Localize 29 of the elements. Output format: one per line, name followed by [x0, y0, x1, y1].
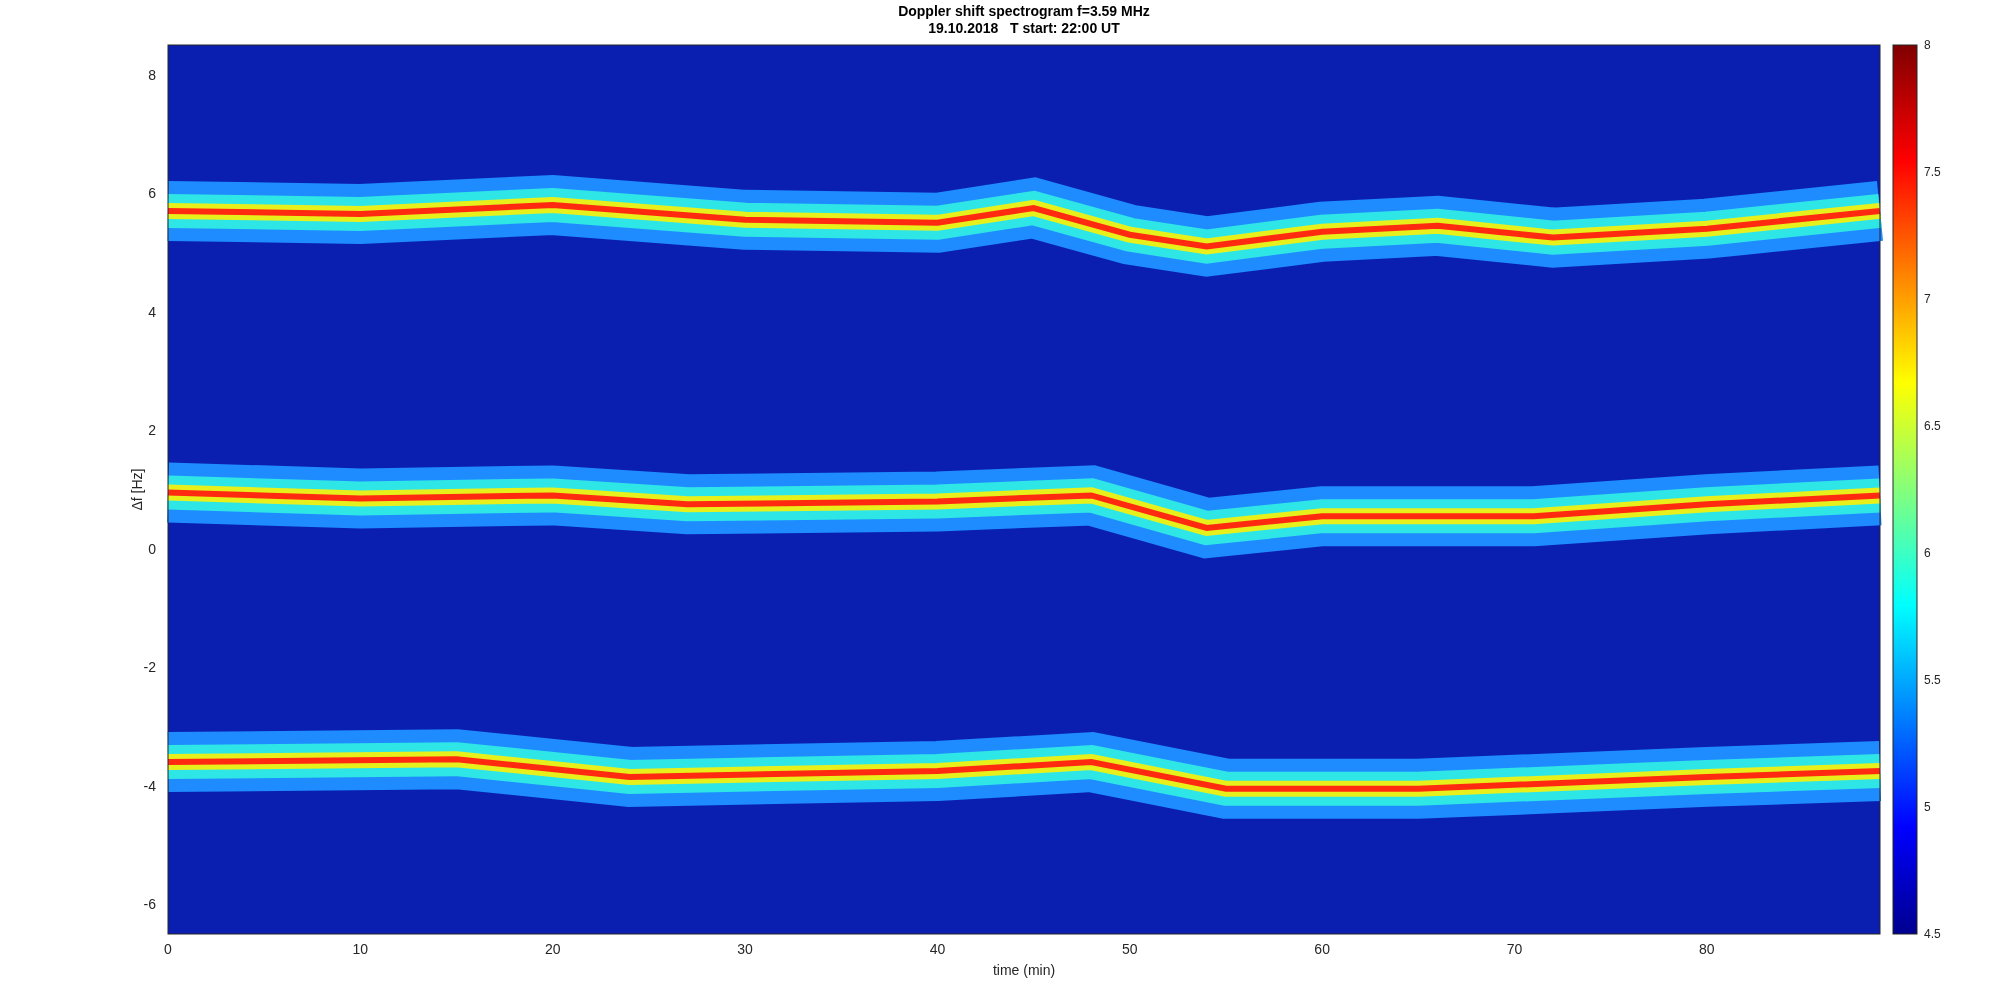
colorbar-tick-label: 8 [1924, 38, 1931, 52]
colorbar-tick-label: 6 [1924, 546, 1931, 560]
x-tick-label: 20 [544, 941, 561, 957]
y-tick-label: 0 [148, 540, 156, 557]
colorbar-tick-label: 5.5 [1924, 673, 1941, 687]
x-tick-label: 60 [1314, 941, 1330, 957]
colorbar-tick-label: 7.5 [1924, 165, 1941, 179]
y-tick-label: -6 [143, 896, 156, 913]
colorbar-tick-label: 6.5 [1924, 419, 1941, 433]
x-tick-label: 0 [164, 941, 172, 957]
colorbar-tick-label: 4.5 [1924, 927, 1941, 941]
y-axis-label: Δf [Hz] [129, 468, 145, 511]
y-tick-label: -2 [143, 659, 156, 676]
colorbar-tick-label: 5 [1924, 800, 1931, 814]
x-tick-label: 30 [737, 941, 753, 957]
x-tick-label: 10 [352, 941, 369, 957]
colorbar-tick-label: 7 [1924, 292, 1931, 306]
x-tick-label: 80 [1699, 941, 1715, 957]
y-tick-label: 8 [148, 66, 156, 83]
y-tick-label: 2 [148, 422, 156, 439]
x-tick-label: 70 [1506, 941, 1523, 957]
chart-title: Doppler shift spectrogram f=3.59 MHz [898, 3, 1150, 19]
x-axis-label: time (min) [992, 962, 1056, 978]
y-tick-label: -4 [143, 777, 156, 794]
chart-title: 19.10.2018 T start: 22:00 UT [928, 20, 1120, 36]
x-tick-label: 40 [929, 941, 946, 957]
x-tick-label: 50 [1122, 941, 1138, 957]
y-tick-label: 6 [148, 185, 156, 202]
y-tick-label: 4 [148, 303, 156, 320]
